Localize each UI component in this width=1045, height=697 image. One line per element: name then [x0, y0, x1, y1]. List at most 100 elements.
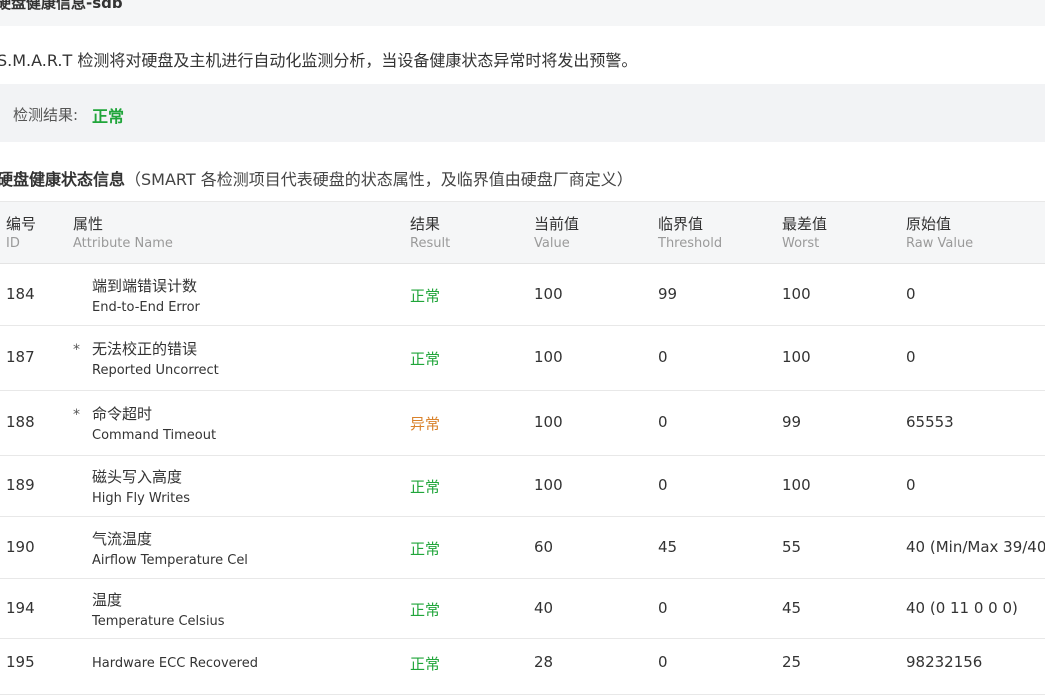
cell-id: 184 — [6, 285, 35, 303]
cell-worst: 45 — [782, 599, 802, 617]
cell-worst: 100 — [782, 476, 811, 494]
cell-value: 100 — [534, 348, 563, 366]
column-header-zh: 当前值 — [534, 215, 580, 233]
cell-threshold: 45 — [658, 538, 678, 556]
table-row: 189 磁头写入高度 High Fly Writes 正常 100 0 100 … — [0, 456, 1045, 517]
panel-title: 硬盘健康信息-sdb — [0, 0, 123, 12]
cell-result-status: 异常 — [410, 415, 441, 433]
cell-value: 100 — [534, 413, 563, 431]
section-title-note: （SMART 各检测项目代表硬盘的状态属性，及临界值由硬盘厂商定义） — [125, 170, 633, 189]
critical-marker: * — [73, 342, 80, 358]
cell-id: 195 — [6, 653, 35, 671]
attribute-name-zh: 磁头写入高度 — [92, 468, 183, 486]
cell-threshold: 0 — [658, 348, 668, 366]
table-row: 188 * 命令超时 Command Timeout 异常 100 0 99 6… — [0, 391, 1045, 456]
table-row: 194 温度 Temperature Celsius 正常 40 0 45 40… — [0, 579, 1045, 639]
cell-attribute-name: 端到端错误计数 End-to-End Error — [92, 276, 200, 317]
column-header-threshold: 临界值 Threshold — [658, 214, 722, 253]
table-row: 190 气流温度 Airflow Temperature Cel 正常 60 4… — [0, 517, 1045, 579]
table-row: 187 * 无法校正的错误 Reported Uncorrect 正常 100 … — [0, 326, 1045, 391]
cell-attribute-name: 温度 Temperature Celsius — [92, 590, 225, 631]
column-header-zh: 临界值 — [658, 215, 704, 233]
detection-result-value: 正常 — [92, 107, 125, 126]
column-header-zh: 结果 — [410, 215, 441, 233]
attribute-name-zh: 无法校正的错误 — [92, 340, 198, 358]
cell-raw-value: 0 — [906, 285, 916, 303]
table-bottom-divider — [0, 694, 1045, 695]
cell-attribute-name: 气流温度 Airflow Temperature Cel — [92, 529, 248, 570]
health-status-section-title: 硬盘健康状态信息（SMART 各检测项目代表硬盘的状态属性，及临界值由硬盘厂商定… — [0, 166, 633, 190]
attribute-name-zh: 端到端错误计数 — [92, 277, 198, 295]
cell-worst: 99 — [782, 413, 802, 431]
cell-result-status: 正常 — [410, 540, 441, 558]
column-header-attribute: 属性 Attribute Name — [73, 214, 173, 253]
cell-attribute-name: 命令超时 Command Timeout — [92, 404, 216, 445]
attribute-name-zh: 气流温度 — [92, 530, 153, 548]
attribute-name-en: End-to-End Error — [92, 300, 200, 315]
critical-marker: * — [73, 407, 80, 423]
column-header-zh: 原始值 — [906, 215, 952, 233]
column-header-id: 编号 ID — [6, 214, 36, 253]
cell-worst: 100 — [782, 348, 811, 366]
cell-raw-value: 40 (0 11 0 0 0) — [906, 599, 1018, 617]
column-header-en: Value — [534, 236, 570, 251]
column-header-en: Threshold — [658, 236, 723, 251]
cell-threshold: 99 — [658, 285, 678, 303]
column-header-worst: 最差值 Worst — [782, 214, 827, 253]
cell-value: 100 — [534, 476, 563, 494]
column-header-en: Result — [410, 236, 451, 251]
attribute-name-en: Command Timeout — [92, 428, 217, 443]
column-header-en: Worst — [782, 236, 820, 251]
column-header-en: Raw Value — [906, 236, 974, 251]
smart-attribute-table: 编号 ID 属性 Attribute Name 结果 Result 当前值 Va… — [0, 201, 1045, 683]
attribute-name-en: Temperature Celsius — [92, 614, 225, 629]
table-header: 编号 ID 属性 Attribute Name 结果 Result 当前值 Va… — [0, 201, 1045, 264]
cell-id: 194 — [6, 599, 35, 617]
column-header-en: Attribute Name — [73, 236, 173, 251]
cell-attribute-name: 磁头写入高度 High Fly Writes — [92, 467, 190, 508]
detection-result-box: 检测结果: 正常 — [0, 84, 1045, 142]
cell-result-status: 正常 — [410, 287, 441, 305]
cell-value: 40 — [534, 599, 554, 617]
cell-value: 60 — [534, 538, 554, 556]
cell-threshold: 0 — [658, 653, 668, 671]
cell-worst: 25 — [782, 653, 802, 671]
smart-description: S.M.A.R.T 检测将对硬盘及主机进行自动化监测分析，当设备健康状态异常时将… — [0, 51, 638, 70]
cell-id: 187 — [6, 348, 35, 366]
cell-worst: 55 — [782, 538, 802, 556]
cell-id: 188 — [6, 413, 35, 431]
column-header-raw-value: 原始值 Raw Value — [906, 214, 973, 253]
column-header-value: 当前值 Value — [534, 214, 579, 253]
cell-id: 190 — [6, 538, 35, 556]
table-row: 184 端到端错误计数 End-to-End Error 正常 100 99 1… — [0, 264, 1045, 326]
smart-health-panel: 硬盘健康信息-sdb S.M.A.R.T 检测将对硬盘及主机进行自动化监测分析，… — [0, 0, 1045, 697]
cell-result-status: 正常 — [410, 601, 441, 619]
cell-result-status: 正常 — [410, 655, 441, 673]
panel-header: 硬盘健康信息-sdb — [0, 0, 1045, 26]
column-header-zh: 编号 — [6, 215, 37, 233]
section-title-main: 硬盘健康状态信息 — [0, 170, 126, 189]
cell-worst: 100 — [782, 285, 811, 303]
cell-id: 189 — [6, 476, 35, 494]
attribute-name-en: Hardware ECC Recovered — [92, 656, 258, 671]
detection-result-label: 检测结果: — [13, 106, 79, 124]
attribute-name-zh: 命令超时 — [92, 405, 153, 423]
cell-value: 100 — [534, 285, 563, 303]
column-header-en: ID — [6, 236, 20, 251]
cell-result-status: 正常 — [410, 478, 441, 496]
cell-raw-value: 98232156 — [906, 653, 983, 671]
attribute-name-zh: 温度 — [92, 591, 123, 609]
column-header-zh: 最差值 — [782, 215, 828, 233]
cell-attribute-name: 无法校正的错误 Reported Uncorrect — [92, 339, 219, 380]
cell-raw-value: 0 — [906, 476, 916, 494]
cell-raw-value: 65553 — [906, 413, 954, 431]
table-row: 195 Hardware ECC Recovered 正常 28 0 25 98… — [0, 639, 1045, 683]
attribute-name-en: Airflow Temperature Cel — [92, 553, 248, 568]
cell-raw-value: 40 (Min/Max 39/40) — [906, 538, 1045, 556]
column-header-result: 结果 Result — [410, 214, 450, 253]
attribute-name-en: High Fly Writes — [92, 491, 191, 506]
cell-value: 28 — [534, 653, 554, 671]
cell-threshold: 0 — [658, 476, 668, 494]
cell-raw-value: 0 — [906, 348, 916, 366]
cell-result-status: 正常 — [410, 350, 441, 368]
